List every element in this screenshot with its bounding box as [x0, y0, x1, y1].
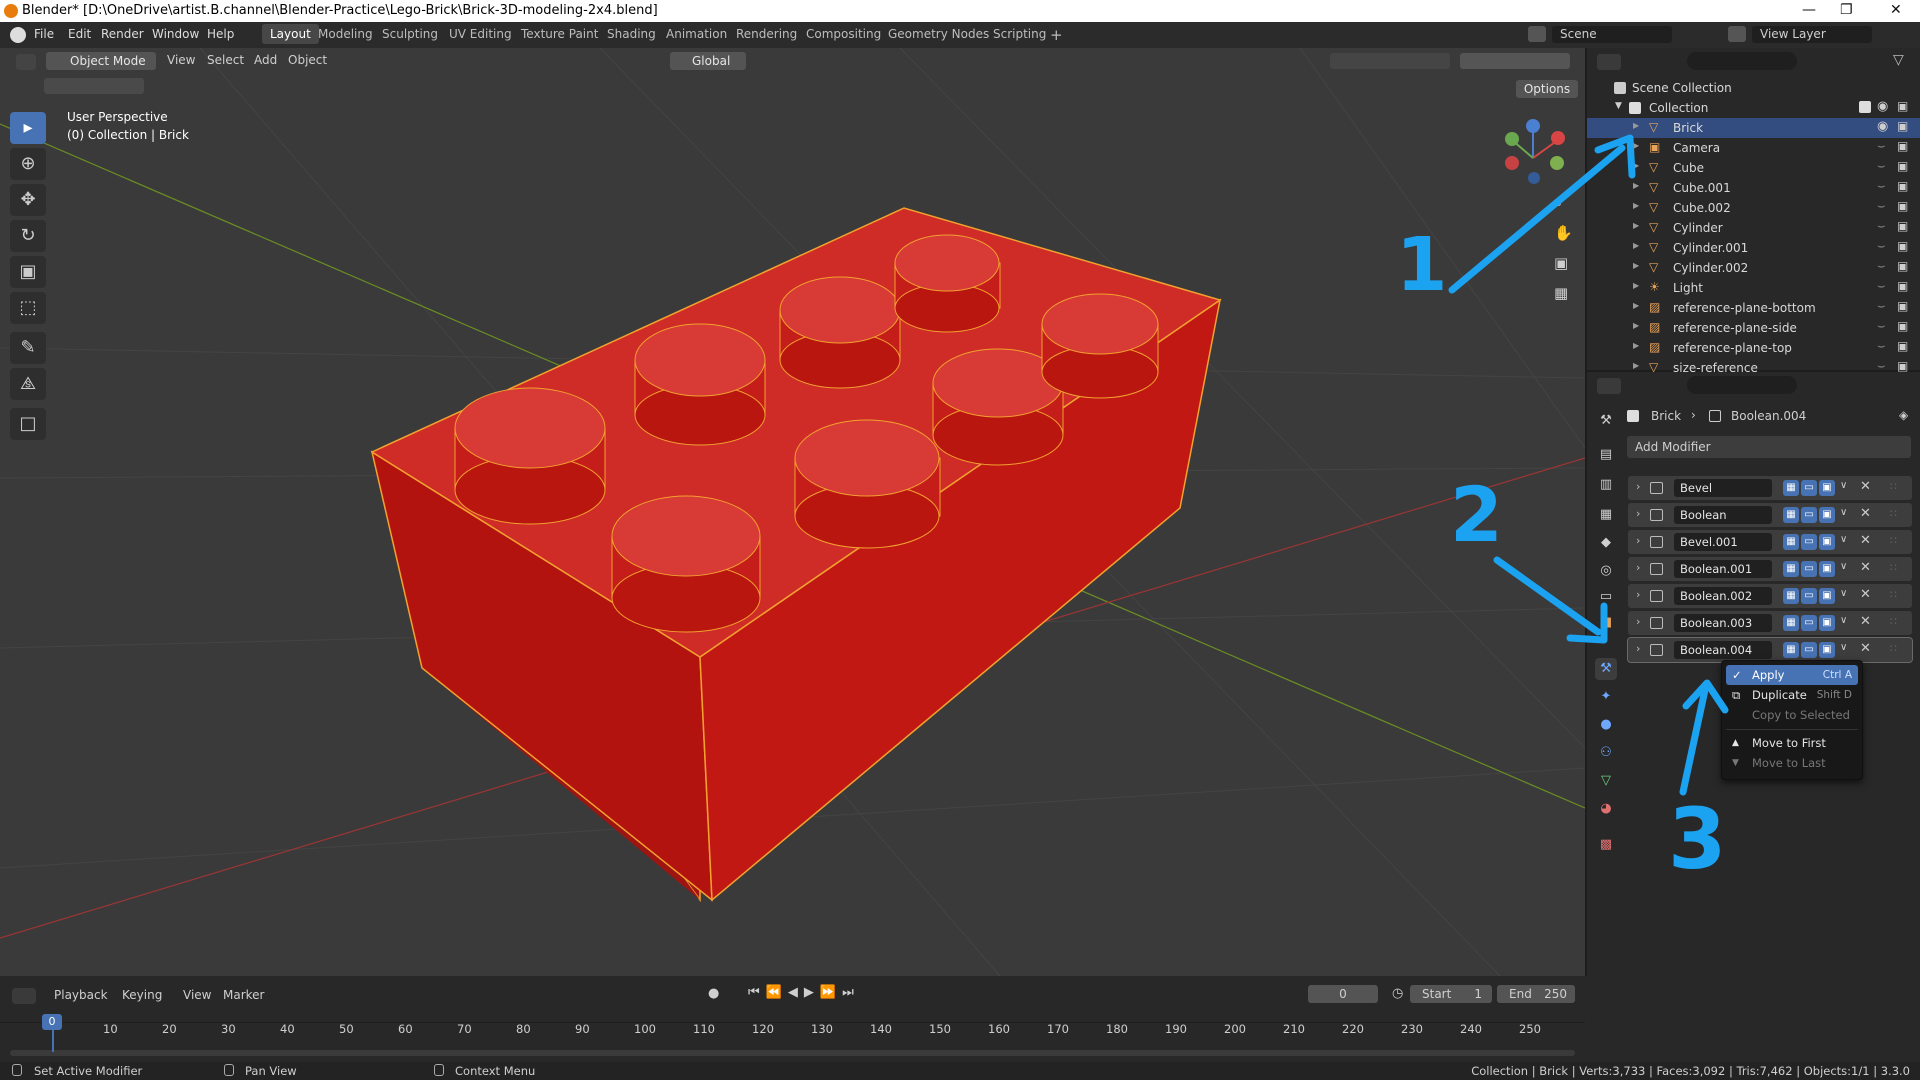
timeline-scrollbar[interactable]	[10, 1050, 1575, 1056]
timeline-menu-playback[interactable]: Playback	[54, 988, 108, 1002]
annotation-overlay	[1448, 134, 1729, 796]
scene-statistics: Collection | Brick | Verts:3,733 | Faces…	[1471, 1064, 1910, 1078]
playback-controls[interactable]: ⏮⏪◀▶⏩⏭	[748, 985, 860, 1000]
timeline-tick-label: 190	[1165, 1022, 1187, 1036]
status-bar: Set Active Modifier Pan View Context Men…	[0, 1062, 1920, 1080]
timeline-tick-label: 130	[811, 1022, 833, 1036]
status-hint-left: Set Active Modifier	[34, 1064, 143, 1078]
arrow-2-line	[1493, 556, 1602, 636]
annotation-number-2: 2	[1450, 470, 1503, 559]
timeline-tick-label: 250	[1519, 1022, 1541, 1036]
mouse-right-icon	[434, 1064, 444, 1076]
timeline-tick-label: 30	[221, 1022, 236, 1036]
timeline-tick-label: 210	[1283, 1022, 1305, 1036]
playhead-frame-badge[interactable]: 0	[42, 1014, 62, 1030]
stopwatch-icon[interactable]: ◷	[1392, 986, 1403, 1001]
timeline-menu-keying[interactable]: Keying	[122, 988, 162, 1002]
timeline-tick-label: 240	[1460, 1022, 1482, 1036]
status-hint-right: Context Menu	[455, 1064, 536, 1078]
start-value: 1	[1474, 987, 1482, 1001]
timeline-tick-label: 160	[988, 1022, 1010, 1036]
annotation-number-3: 3	[1668, 790, 1727, 888]
timeline-tick-label: 80	[516, 1022, 531, 1036]
start-frame-field[interactable]: Start 1	[1410, 985, 1492, 1003]
timeline-editor-type-icon[interactable]	[12, 988, 36, 1004]
timeline-tick-label: 140	[870, 1022, 892, 1036]
status-hint-middle: Pan View	[245, 1064, 297, 1078]
end-value: 250	[1544, 987, 1567, 1001]
record-icon[interactable]: ●	[708, 986, 719, 1001]
timeline-tick-label: 90	[575, 1022, 590, 1036]
timeline-tick-label: 110	[693, 1022, 715, 1036]
timeline-tick-label: 150	[929, 1022, 951, 1036]
timeline-tick-label: 20	[162, 1022, 177, 1036]
timeline-tick-label: 60	[398, 1022, 413, 1036]
timeline-menu-view[interactable]: View	[183, 988, 211, 1002]
timeline-panel[interactable]: Playback Keying View Marker ● ⏮⏪◀▶⏩⏭ 0 ◷…	[0, 976, 1920, 1062]
timeline-tick-label: 50	[339, 1022, 354, 1036]
timeline-tick-label: 10	[103, 1022, 118, 1036]
start-label: Start	[1422, 987, 1452, 1001]
timeline-menu-marker[interactable]: Marker	[223, 988, 264, 1002]
end-label: End	[1509, 987, 1532, 1001]
timeline-tick-label: 170	[1047, 1022, 1069, 1036]
annotation-number-1: 1	[1396, 222, 1448, 308]
timeline-tick-label: 220	[1342, 1022, 1364, 1036]
timeline-tick-label: 70	[457, 1022, 472, 1036]
timeline-tick-label: 180	[1106, 1022, 1128, 1036]
timeline-tick-label: 200	[1224, 1022, 1246, 1036]
timeline-tick-label: 230	[1401, 1022, 1423, 1036]
current-frame-field[interactable]: 0	[1308, 985, 1378, 1003]
timeline-tick-label: 40	[280, 1022, 295, 1036]
timeline-tick-label: 120	[752, 1022, 774, 1036]
mouse-middle-icon	[224, 1064, 234, 1076]
arrow-1-line	[1448, 144, 1626, 294]
mouse-left-icon	[12, 1064, 22, 1076]
end-frame-field[interactable]: End 250	[1497, 985, 1575, 1003]
timeline-tick-label: 100	[634, 1022, 656, 1036]
